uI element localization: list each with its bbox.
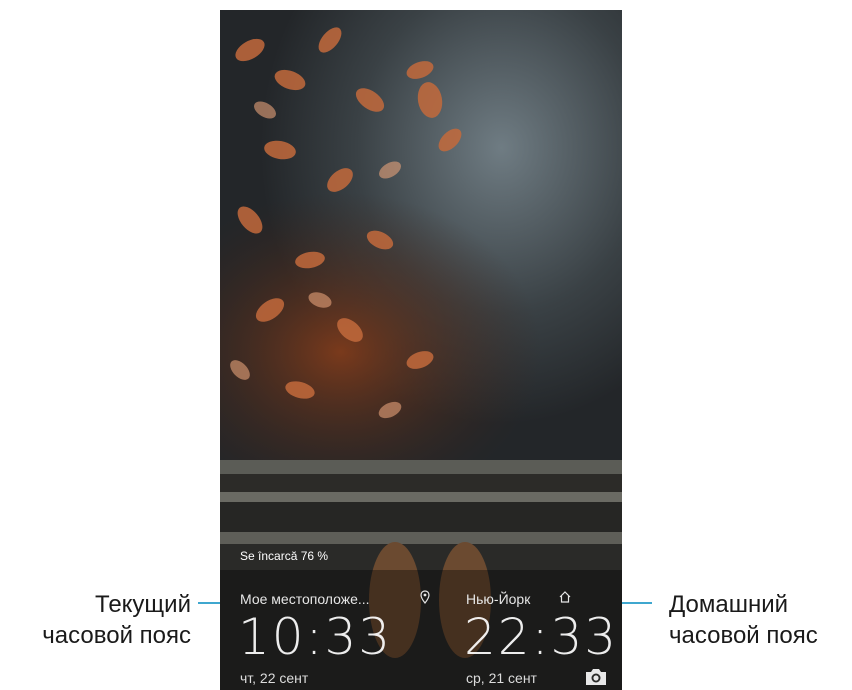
- local-clock-date: чт, 22 сент: [240, 670, 309, 686]
- camera-icon[interactable]: [583, 667, 609, 687]
- lockscreen: Se încarcă 76 % Мое местоположе... 10:33…: [220, 10, 622, 690]
- annotation-home-timezone: Домашний часовой пояс: [669, 589, 818, 651]
- home-clock-label: Нью-Йорк: [466, 591, 531, 607]
- home-clock-time: 22:33: [464, 608, 619, 666]
- annotation-current-timezone: Текущий часовой пояс: [42, 589, 191, 651]
- annotation-current-line1: Текущий: [95, 591, 191, 618]
- local-clock-label: Мое местоположе...: [240, 591, 370, 607]
- annotation-current-line2: часовой пояс: [42, 622, 191, 649]
- home-icon: [559, 591, 571, 603]
- home-clock-date: ср, 21 сент: [466, 670, 537, 686]
- local-clock-time: 10:33: [238, 608, 393, 666]
- charging-status: Se încarcă 76 %: [240, 549, 329, 563]
- annotation-home-line1: Домашний: [669, 591, 789, 618]
- annotation-home-line2: часовой пояс: [669, 622, 818, 649]
- location-pin-icon: [420, 590, 430, 604]
- wallpaper-image: [220, 10, 622, 690]
